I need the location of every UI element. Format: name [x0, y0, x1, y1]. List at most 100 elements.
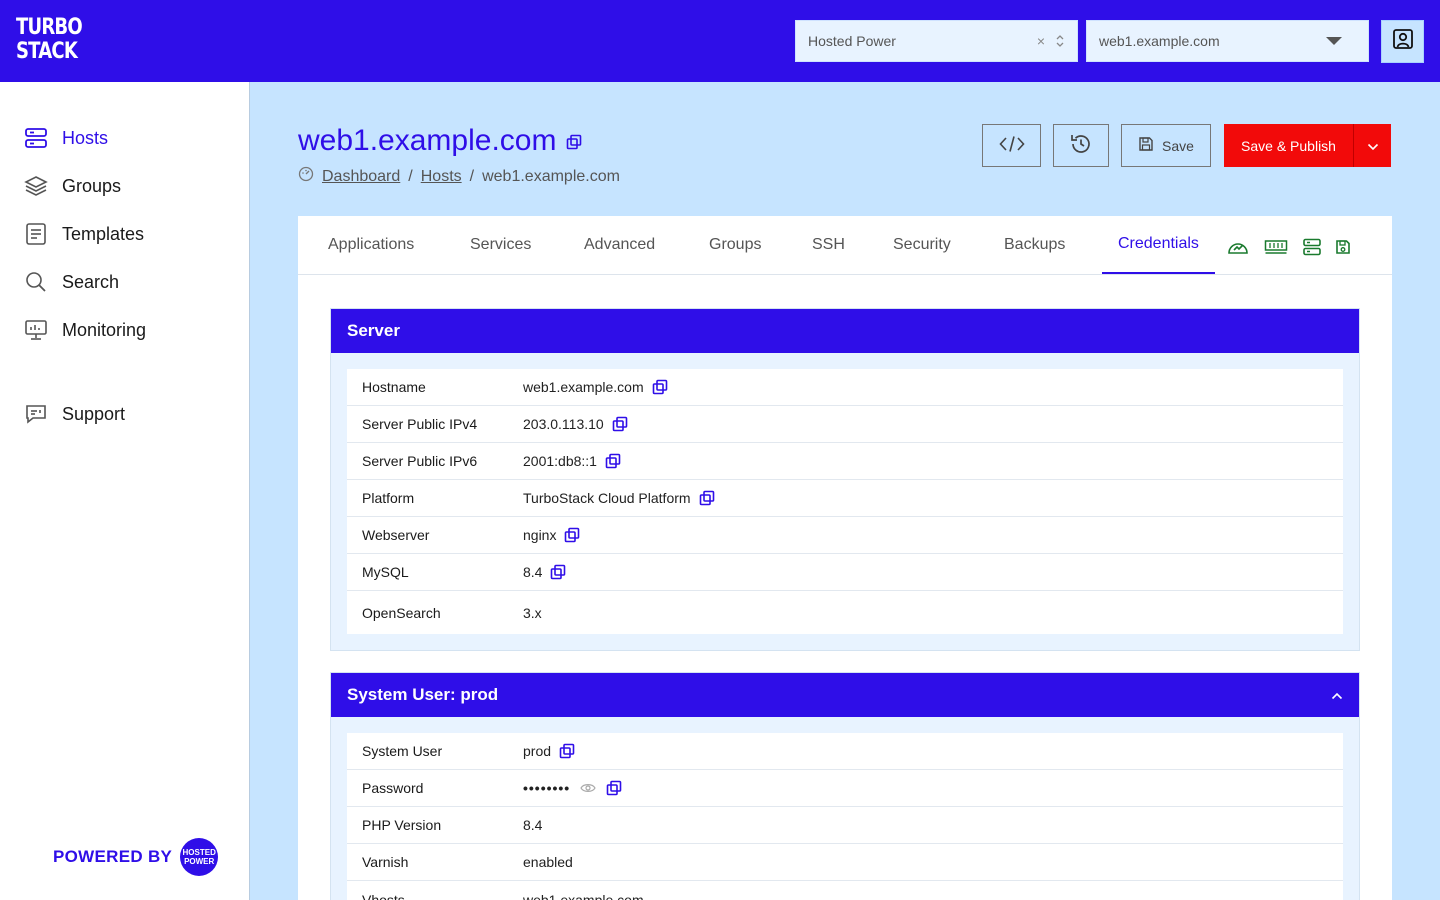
tab-services[interactable]: Services [470, 216, 531, 274]
copy-icon[interactable] [605, 453, 621, 469]
table-row: MySQL 8.4 [347, 554, 1343, 591]
table-row: Varnish enabled [347, 844, 1343, 881]
save-button-label: Save [1162, 137, 1194, 154]
row-value-group: web1.example.com [523, 892, 644, 900]
copy-icon[interactable] [550, 564, 566, 580]
search-icon [24, 270, 48, 294]
history-icon [1069, 132, 1093, 159]
copy-icon[interactable] [564, 527, 580, 543]
row-value-group: TurboStack Cloud Platform [523, 490, 715, 506]
row-label: Password [362, 780, 424, 796]
sidebar-item-label: Support [62, 403, 126, 424]
save-button[interactable]: Save [1121, 124, 1211, 167]
row-label: Webserver [362, 527, 430, 543]
row-value-group: 2001:db8::1 [523, 453, 621, 469]
host-select[interactable]: web1.example.com [1086, 20, 1369, 62]
copy-icon[interactable] [559, 743, 575, 759]
tenant-select[interactable]: Hosted Power × [795, 20, 1078, 62]
storage-icon[interactable] [1301, 238, 1323, 256]
copy-icon[interactable] [652, 379, 668, 395]
password-value: •••••••• [523, 780, 571, 796]
row-value-group: 8.4 [523, 564, 566, 580]
sidebar-item-hosts[interactable]: Hosts [24, 124, 108, 152]
server-section: Server Hostname web1.example.com Server … [330, 308, 1360, 651]
history-button[interactable] [1053, 124, 1109, 167]
powered-by-label: POWERED BY [53, 847, 173, 866]
tab-advanced[interactable]: Advanced [584, 216, 655, 274]
row-label: System User [362, 743, 443, 759]
section-title: Server [347, 321, 400, 340]
table-row: System User prod [347, 733, 1343, 770]
sidebar-item-search[interactable]: Search [24, 268, 119, 296]
copy-icon[interactable] [566, 124, 582, 158]
row-label: Server Public IPv4 [362, 416, 478, 432]
save-icon [1138, 136, 1154, 155]
row-value: 2001:db8::1 [523, 453, 597, 469]
memory-icon[interactable] [1264, 238, 1288, 256]
sidebar-item-support[interactable]: Support [24, 400, 125, 428]
breadcrumb-current: web1.example.com [482, 167, 620, 185]
tab-groups[interactable]: Groups [709, 216, 761, 274]
table-row: Platform TurboStack Cloud Platform [347, 480, 1343, 517]
row-value-group: prod [523, 743, 575, 759]
row-value: web1.example.com [523, 379, 644, 395]
host-detail-card: Applications Services Advanced Groups SS… [298, 216, 1392, 900]
sidebar-item-templates[interactable]: Templates [24, 220, 144, 248]
breadcrumb-dashboard[interactable]: Dashboard [322, 168, 400, 186]
sidebar-item-label: Groups [62, 175, 122, 196]
section-header[interactable]: System User: prod [331, 673, 1359, 717]
top-bar: TURBO STACK Hosted Power × web1.example.… [0, 0, 1440, 82]
chat-icon [24, 402, 48, 426]
row-value: TurboStack Cloud Platform [523, 490, 691, 506]
table-row: PHP Version 8.4 [347, 807, 1343, 844]
tab-bar: Applications Services Advanced Groups SS… [298, 216, 1392, 275]
publish-options-button[interactable] [1354, 124, 1391, 167]
user-icon [1392, 28, 1414, 55]
powered-by: POWERED BY HOSTED POWER [53, 838, 219, 876]
sidebar-item-monitoring[interactable]: Monitoring [24, 316, 146, 344]
eye-icon[interactable] [580, 780, 596, 796]
tab-applications[interactable]: Applications [328, 216, 414, 274]
table-row: Server Public IPv6 2001:db8::1 [347, 443, 1343, 480]
code-view-button[interactable] [982, 124, 1041, 167]
table-row: Webserver nginx [347, 517, 1343, 554]
disk-icon[interactable] [1334, 238, 1352, 256]
row-value-group: 8.4 [523, 817, 542, 833]
row-label: Hostname [362, 379, 426, 395]
tab-ssh[interactable]: SSH [812, 216, 845, 274]
copy-icon[interactable] [699, 490, 715, 506]
row-label: Varnish [362, 854, 409, 870]
table-row: Vhosts web1.example.com [347, 881, 1343, 900]
save-publish-split-button: Save & Publish [1224, 124, 1391, 167]
host-select-value: web1.example.com [1099, 33, 1220, 49]
sidebar-item-label: Templates [62, 223, 145, 244]
monitor-icon [24, 318, 48, 342]
table-row: OpenSearch 3.x [347, 591, 1343, 634]
tab-backups[interactable]: Backups [1004, 216, 1065, 274]
gauge-icon[interactable] [1227, 238, 1249, 256]
hosted-power-logo[interactable]: HOSTED POWER [180, 838, 219, 876]
copy-icon[interactable] [606, 780, 622, 796]
turbostack-logo[interactable]: TURBO STACK [16, 16, 83, 66]
sidebar-item-groups[interactable]: Groups [24, 172, 121, 200]
row-value-group: 203.0.113.10 [523, 416, 628, 432]
breadcrumb-hosts[interactable]: Hosts [421, 168, 462, 186]
row-value: web1.example.com [523, 891, 644, 900]
user-account-button[interactable] [1381, 20, 1424, 63]
page-title: web1.example.com [298, 124, 582, 158]
row-label: Platform [362, 490, 415, 506]
server-details-table: Hostname web1.example.com Server Public … [347, 369, 1343, 634]
clear-icon[interactable]: × [1037, 33, 1045, 49]
copy-icon[interactable] [612, 416, 628, 432]
tab-security[interactable]: Security [893, 216, 951, 274]
breadcrumb: Dashboard / Hosts / web1.example.com [298, 166, 620, 187]
tab-credentials[interactable]: Credentials [1102, 216, 1215, 274]
row-value-group: enabled [523, 854, 573, 870]
row-value: 203.0.113.10 [523, 416, 604, 432]
save-publish-button[interactable]: Save & Publish [1224, 124, 1354, 167]
logo-line-2: STACK [16, 39, 78, 64]
table-row: Password •••••••• [347, 770, 1343, 807]
sidebar-item-label: Search [62, 271, 120, 292]
chevron-up-icon[interactable] [1331, 685, 1343, 705]
table-row: Server Public IPv4 203.0.113.10 [347, 406, 1343, 443]
